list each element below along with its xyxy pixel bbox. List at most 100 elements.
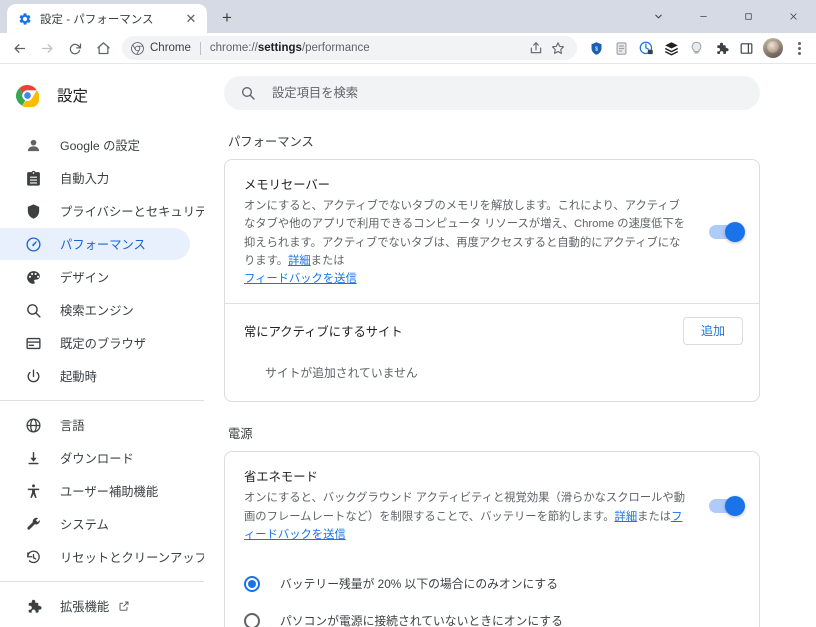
sidebar-item-label: プライバシーとセキュリティ (60, 202, 204, 220)
sidebar-item-extensions[interactable]: 拡張機能 (0, 590, 190, 622)
radio-button[interactable] (244, 576, 260, 592)
tab-search-chevron-icon[interactable] (636, 0, 681, 32)
tab-strip: 設定 - パフォーマンス ✕ + (0, 0, 816, 33)
energy-saver-details-link[interactable]: 詳細 (615, 511, 638, 523)
sidebar-item-privacy[interactable]: プライバシーとセキュリティ (0, 195, 190, 227)
search-input[interactable] (272, 86, 744, 100)
tab-title: 設定 - パフォーマンス (40, 11, 183, 27)
radio-button[interactable] (244, 613, 260, 627)
memory-saver-title: メモリセーバー (244, 175, 691, 193)
puzzle-extensions-icon[interactable] (709, 36, 733, 60)
search-icon (24, 301, 42, 319)
sidebar-item-system[interactable]: システム (0, 508, 190, 540)
energy-saver-toggle[interactable] (709, 499, 743, 513)
energy-saver-title: 省エネモード (244, 467, 691, 485)
performance-card: メモリセーバー オンにすると、アクティブでないタブのメモリを解放します。これによ… (224, 159, 760, 402)
minimize-button[interactable] (681, 0, 726, 32)
energy-option-battery-threshold[interactable]: バッテリー残量が 20% 以下の場合にのみオンにする (225, 565, 759, 602)
url-suffix: /performance (302, 42, 370, 54)
memory-saver-toggle[interactable] (709, 225, 743, 239)
energy-saver-options: バッテリー残量が 20% 以下の場合にのみオンにする パソコンが電源に接続されて… (225, 559, 759, 627)
sidebar-item-on-startup[interactable]: 起動時 (0, 360, 190, 392)
energy-option-unplugged[interactable]: パソコンが電源に接続されていないときにオンにする (225, 602, 759, 627)
sidebar-item-label: パフォーマンス (60, 235, 146, 253)
shield-icon (24, 202, 42, 220)
forward-button[interactable] (34, 35, 60, 61)
omnibox-url: chrome://settings/performance (210, 42, 370, 54)
browser-toolbar: Chrome chrome://settings/performance $ (0, 33, 816, 64)
shield-extension-icon[interactable]: $ (584, 36, 608, 60)
sidebar-item-google[interactable]: Google の設定 (0, 129, 190, 161)
radio-label: パソコンが電源に接続されていないときにオンにする (280, 612, 563, 627)
new-tab-button[interactable]: + (213, 4, 241, 32)
sidebar-item-about-chrome[interactable]: Chrome について (0, 623, 190, 627)
sidebar-divider (0, 400, 204, 401)
settings-sidebar: 設定 Google の設定 自動入力 プライバシーとセキュリティ パフォーマンス (0, 64, 204, 627)
sidebar-item-label: 既定のブラウザ (60, 334, 146, 352)
side-panel-icon[interactable] (734, 36, 758, 60)
memory-saver-feedback-link[interactable]: フィードバックを送信 (244, 273, 357, 285)
sidebar-item-label: 起動時 (60, 367, 97, 385)
url-prefix: chrome:// (210, 42, 258, 54)
sidebar-item-accessibility[interactable]: ユーザー補助機能 (0, 475, 190, 507)
radio-label: バッテリー残量が 20% 以下の場合にのみオンにする (280, 575, 558, 592)
sidebar-divider (0, 581, 204, 582)
profile-avatar[interactable] (763, 38, 783, 58)
sidebar-item-reset[interactable]: リセットとクリーンアップ (0, 541, 190, 573)
settings-brand: 設定 (0, 75, 204, 115)
add-site-button[interactable]: 追加 (683, 317, 743, 345)
sidebar-item-label: 拡張機能 (60, 597, 109, 615)
search-area (204, 64, 816, 110)
sidebar-item-performance[interactable]: パフォーマンス (0, 228, 190, 260)
sidebar-item-appearance[interactable]: デザイン (0, 261, 190, 293)
memory-saver-texts: メモリセーバー オンにすると、アクティブでないタブのメモリを解放します。これによ… (244, 175, 709, 288)
window-controls (636, 0, 816, 32)
browser-window-icon (24, 334, 42, 352)
memory-saver-details-link[interactable]: 詳細 (288, 255, 311, 267)
accessibility-icon (24, 482, 42, 500)
puzzle-icon (24, 597, 42, 615)
memory-saver-row: メモリセーバー オンにすると、アクティブでないタブのメモリを解放します。これによ… (225, 160, 759, 303)
star-icon[interactable] (547, 37, 569, 59)
memory-saver-or-text: または (311, 255, 345, 267)
home-button[interactable] (90, 35, 116, 61)
layers-extension-icon[interactable] (659, 36, 683, 60)
sidebar-item-downloads[interactable]: ダウンロード (0, 442, 190, 474)
settings-title: 設定 (57, 84, 88, 106)
sidebar-item-label: 検索エンジン (60, 301, 134, 319)
power-icon (24, 367, 42, 385)
sidebar-item-languages[interactable]: 言語 (0, 409, 190, 441)
omnibox-separator (200, 42, 201, 55)
sidebar-item-label: ダウンロード (60, 449, 134, 467)
maximize-button[interactable] (726, 0, 771, 32)
sidebar-item-search-engine[interactable]: 検索エンジン (0, 294, 190, 326)
browser-tab-settings[interactable]: 設定 - パフォーマンス ✕ (7, 4, 207, 33)
address-bar[interactable]: Chrome chrome://settings/performance (122, 36, 577, 60)
settings-gear-favicon (18, 12, 32, 26)
omnibox-actions (519, 37, 569, 59)
settings-main: パフォーマンス メモリセーバー オンにすると、アクティブでないタブのメモリを解放… (204, 64, 816, 627)
back-button[interactable] (6, 35, 32, 61)
privacy-badger-icon[interactable] (634, 36, 658, 60)
close-button[interactable] (771, 0, 816, 32)
settings-search-box[interactable] (224, 76, 760, 110)
download-icon (24, 449, 42, 467)
search-icon (240, 85, 256, 101)
performance-section-title: パフォーマンス (224, 110, 760, 159)
sidebar-item-label: デザイン (60, 268, 109, 286)
open-in-new-icon[interactable] (118, 600, 130, 612)
reader-extension-icon[interactable] (609, 36, 633, 60)
sidebar-item-autofill[interactable]: 自動入力 (0, 162, 190, 194)
palette-icon (24, 268, 42, 286)
close-icon[interactable]: ✕ (183, 11, 199, 27)
sidebar-item-default-browser[interactable]: 既定のブラウザ (0, 327, 190, 359)
energy-saver-texts: 省エネモード オンにすると、バックグラウンド アクティビティと視覚効果（滑らかな… (244, 467, 709, 544)
lightbulb-extension-icon[interactable] (684, 36, 708, 60)
chrome-menu-icon[interactable] (788, 36, 810, 60)
reload-button[interactable] (62, 35, 88, 61)
share-icon[interactable] (525, 37, 547, 59)
chrome-icon (131, 42, 144, 55)
no-sites-message: サイトが追加されていません (225, 358, 759, 401)
always-active-sites-row: 常にアクティブにするサイト 追加 (225, 304, 759, 358)
sidebar-item-label: Google の設定 (60, 136, 140, 154)
